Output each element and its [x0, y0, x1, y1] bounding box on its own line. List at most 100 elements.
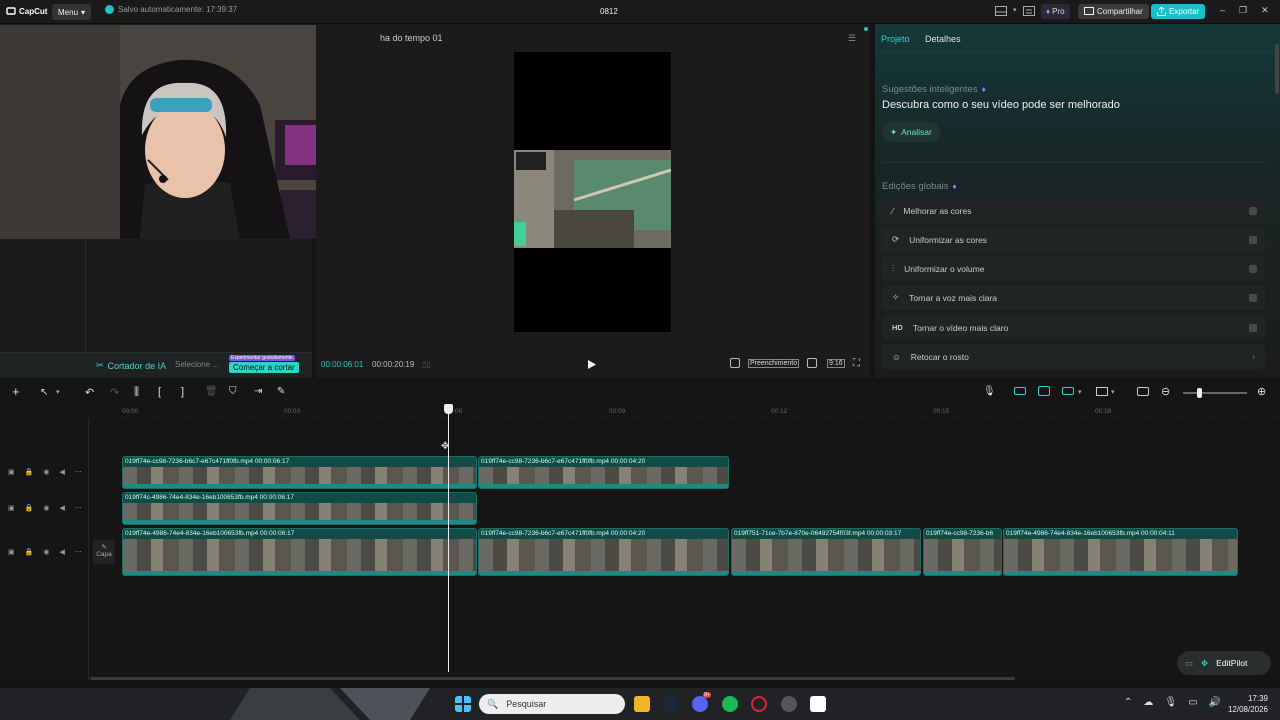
microphone-icon[interactable]: 🎙 [1164, 697, 1177, 708]
zoom-fit-icon[interactable] [1096, 387, 1108, 396]
edit-toggle[interactable] [1249, 236, 1257, 244]
clip[interactable]: 019ff74e-4986-74e4-834e-16eb100653fb.mp4… [1003, 528, 1238, 576]
close-icon[interactable]: ✕ [1261, 5, 1269, 16]
freeze-icon[interactable]: ⇥ [254, 386, 262, 397]
draw-icon[interactable]: ✎ [277, 386, 285, 397]
edit-toggle[interactable] [1249, 265, 1257, 273]
fill-mode-button[interactable]: Preenchimento [748, 359, 800, 368]
steam-icon[interactable] [663, 696, 679, 712]
eye-icon[interactable]: ◉ [43, 548, 49, 556]
undo-icon[interactable]: ↶ [85, 386, 94, 399]
more-icon[interactable]: ⋯ [75, 548, 82, 556]
zoom-slider[interactable] [1183, 392, 1247, 394]
clip[interactable]: 019ff74e-cc98-7236-b6c7-e67c471ff0fb.mp4… [478, 528, 729, 576]
cover-button[interactable]: ✎ Capa [93, 540, 115, 564]
redo-icon[interactable]: ↷ [110, 386, 119, 399]
more-icon[interactable]: ⋯ [75, 468, 82, 476]
horizontal-scrollbar[interactable] [90, 677, 1015, 680]
timecode-icon[interactable]: ▯▯ [422, 360, 431, 369]
playhead-handle[interactable] [444, 404, 453, 414]
track-visibility-icon[interactable]: ▣ [8, 504, 15, 512]
taskbar-search[interactable]: 🔍 Pesquisar [479, 694, 625, 714]
track-visibility-icon[interactable]: ▣ [8, 468, 15, 476]
split-right-icon[interactable]: ] [181, 386, 184, 398]
select-tool-icon[interactable]: ↖ [40, 387, 48, 398]
lock-icon[interactable]: 🔒 [25, 504, 34, 512]
hamburger-icon[interactable]: ☰ [848, 33, 856, 44]
speaker-icon[interactable]: ◀ [59, 468, 64, 476]
speaker-icon[interactable]: ◀ [59, 504, 64, 512]
spotify-icon[interactable] [722, 696, 738, 712]
track-visibility-icon[interactable]: ▣ [8, 548, 15, 556]
file-explorer-icon[interactable] [634, 696, 650, 712]
layout-icon[interactable] [995, 6, 1007, 16]
zoom-slider-handle[interactable] [1197, 388, 1202, 398]
ai-cutter[interactable]: ✂ Cortador de IA [96, 360, 166, 371]
link-icon[interactable] [1038, 386, 1050, 396]
eye-icon[interactable]: ◉ [43, 468, 49, 476]
edit-toggle[interactable] [1249, 207, 1257, 215]
shortcut-icon[interactable] [1022, 6, 1035, 16]
preview-axis-icon[interactable] [1062, 387, 1074, 395]
scrollbar[interactable] [1275, 44, 1279, 94]
clip[interactable]: 019ff74e-cc98-7236-b6 [923, 528, 1002, 576]
edit-toggle[interactable] [1249, 324, 1257, 332]
microphone-icon[interactable]: 🎙 [983, 386, 996, 397]
panel-icon[interactable]: ▭ [1185, 658, 1193, 669]
export-button[interactable]: Exportar [1151, 4, 1206, 19]
split-left-icon[interactable]: [ [158, 386, 161, 398]
zoom-out-icon[interactable]: ⊖ [1161, 385, 1170, 398]
lock-icon[interactable]: 🔒 [25, 468, 34, 476]
snapshot-icon[interactable] [807, 358, 817, 368]
chevron-down-icon[interactable]: ▾ [1078, 388, 1082, 396]
minimize-icon[interactable]: – [1220, 5, 1225, 16]
clip[interactable]: 019ff74c-4986-74e4-834e-16eb100653fb.mp4… [122, 492, 477, 525]
monitor-icon[interactable]: ▭ [1188, 697, 1197, 708]
start-cut-button[interactable]: Começar a cortar [229, 362, 299, 373]
edit-row-face[interactable]: ☺ Retocar o rosto › [882, 344, 1265, 369]
chevron-down-icon[interactable]: ▾ [1013, 6, 1017, 16]
delete-icon[interactable]: 🗑 [205, 386, 218, 397]
edit-row-volume[interactable]: ⫶ Uniformizar o volume [882, 256, 1265, 281]
capcut-taskbar-icon[interactable] [810, 696, 826, 712]
play-icon[interactable] [588, 360, 596, 369]
tab-projeto[interactable]: Projeto [881, 34, 910, 44]
more-icon[interactable]: ⋯ [75, 504, 82, 512]
cloud-icon[interactable]: ☁ [1143, 697, 1153, 708]
clip[interactable]: 019ff751-71ce-7b7e-870e-06492754f03f.mp4… [731, 528, 921, 576]
pro-button[interactable]: ♦ Pro [1041, 4, 1070, 19]
edit-row-colors[interactable]: ⁄ Melhorar as cores [882, 198, 1265, 223]
opera-gx-icon[interactable] [751, 696, 767, 712]
chevron-down-icon[interactable]: ▾ [1111, 388, 1115, 396]
windows-start-icon[interactable] [455, 696, 471, 712]
chevron-up-icon[interactable]: ⌃ [1124, 697, 1132, 708]
tab-detalhes[interactable]: Detalhes [925, 34, 961, 44]
add-track-icon[interactable]: + [12, 384, 20, 399]
eye-icon[interactable]: ◉ [43, 504, 49, 512]
ratio-button[interactable]: 9:16 [827, 359, 845, 368]
zoom-in-icon[interactable]: ⊕ [1257, 385, 1266, 398]
clip[interactable]: 019ff74e-cc98-7236-b6c7-e67c471ff0fb.mp4… [122, 456, 477, 489]
discord-icon[interactable] [692, 696, 708, 712]
analyze-button[interactable]: ✦ Analisar [882, 122, 940, 142]
fullscreen-icon[interactable]: ⛶ [853, 358, 860, 369]
edit-row-video-hd[interactable]: HD Tornar o vídeo mais claro [882, 315, 1265, 340]
editpilot-widget[interactable]: ▭ ✥ EditPilot [1177, 651, 1271, 675]
edit-toggle[interactable] [1249, 294, 1257, 302]
clock[interactable]: 17:39 12/08/2026 [1226, 693, 1268, 715]
edit-row-color-match[interactable]: ⟳ Uniformizar as cores [882, 227, 1265, 252]
clip[interactable]: 019ff74e-4986-74e4-834e-16eb100653fb.mp4… [122, 528, 477, 576]
clip[interactable]: 019ff74e-cc98-7236-b6c7-e67c471ff0fb.mp4… [478, 456, 729, 489]
maximize-icon[interactable]: ❐ [1239, 5, 1247, 16]
edit-row-voice[interactable]: ✧ Tornar a voz mais clara [882, 285, 1265, 310]
timeline[interactable]: 00:00 00:03 00:06 00:09 00:12 00:15 00:1… [0, 404, 1280, 680]
app-icon[interactable] [781, 696, 797, 712]
volume-icon[interactable]: 🔊 [1209, 697, 1221, 708]
split-icon[interactable]: ⫼ [134, 386, 139, 399]
select-label[interactable]: Selecione ... [175, 360, 219, 369]
magnet-icon[interactable] [1014, 387, 1026, 395]
filter-icon[interactable] [730, 358, 740, 368]
menu-button[interactable]: Menu ▾ [52, 4, 92, 20]
preview-canvas[interactable] [514, 52, 671, 332]
caption-icon[interactable] [1137, 387, 1149, 396]
